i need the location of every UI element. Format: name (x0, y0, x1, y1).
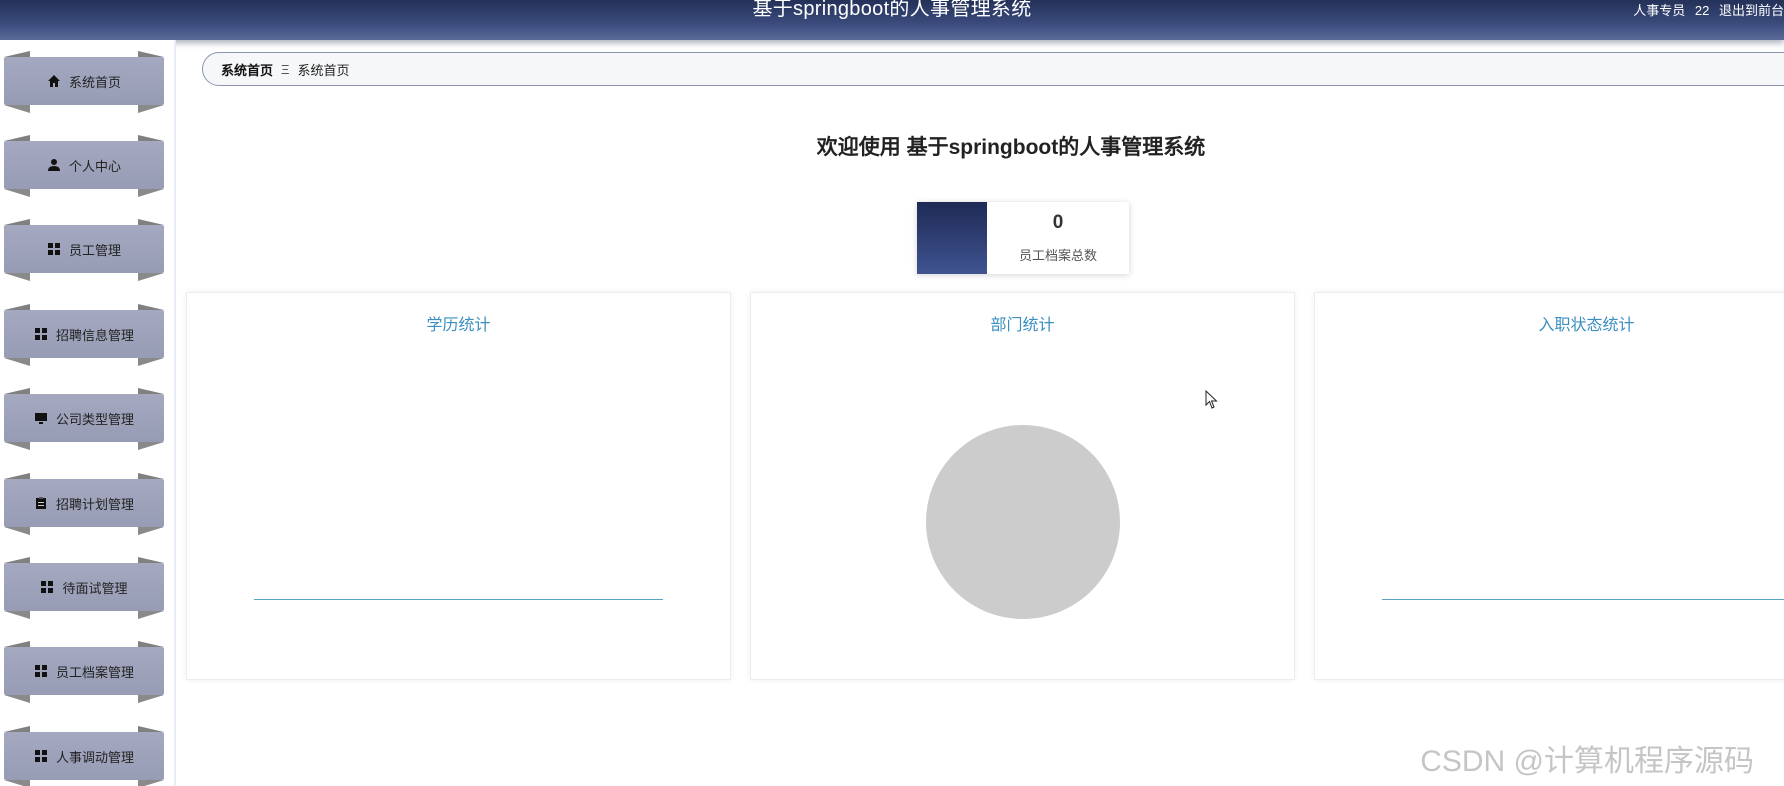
panel-education-stats: 学历统计 (186, 292, 731, 680)
sidebar-item-recruit-info[interactable]: 招聘信息管理 (4, 304, 164, 366)
stat-value: 0 (1052, 212, 1064, 233)
page-title: 欢迎使用 基于springboot的人事管理系统 (816, 136, 1206, 159)
breadcrumb-current: 系统首页 (297, 62, 350, 78)
grid-icon (34, 749, 48, 763)
grid-icon (47, 242, 61, 256)
sidebar-item-label: 员工管理 (68, 242, 121, 258)
sidebar-item-employee-archive[interactable]: 员工档案管理 (4, 641, 164, 703)
user-area: 人事专员 22 退出到前台 (1627, 0, 1784, 19)
home-icon (47, 74, 61, 88)
exit-to-front-link[interactable]: 退出到前台 (1719, 0, 1784, 19)
top-header: 基于springboot的人事管理系统 人事专员 22 退出到前台 (0, 0, 1784, 40)
sidebar-item-label: 系统首页 (68, 74, 121, 90)
sidebar: 系统首页 个人中心 员工管理 招聘信息管理 公司类型管理 招聘计划管理 待面试管… (0, 40, 176, 786)
chart-axis-line (1382, 599, 1784, 600)
sidebar-item-interview[interactable]: 待面试管理 (4, 557, 164, 619)
panel-onboarding-status-stats: 入职状态统计 (1314, 292, 1784, 680)
sidebar-item-transfer[interactable]: 人事调动管理 (4, 726, 164, 786)
user-name: 22 (1694, 3, 1710, 18)
department-pie-chart (926, 425, 1120, 619)
user-role: 人事专员 (1633, 3, 1686, 18)
sidebar-item-recruit-plan[interactable]: 招聘计划管理 (4, 473, 164, 535)
sidebar-item-employee[interactable]: 员工管理 (4, 219, 164, 281)
panel-title: 学历统计 (426, 317, 491, 334)
sidebar-item-home[interactable]: 系统首页 (4, 51, 164, 113)
monitor-icon (34, 411, 48, 425)
sidebar-item-label: 招聘计划管理 (55, 496, 134, 512)
panel-title: 入职状态统计 (1538, 317, 1635, 334)
sidebar-item-label: 公司类型管理 (55, 411, 134, 427)
sidebar-item-label: 招聘信息管理 (55, 327, 134, 343)
clipboard-icon (34, 496, 48, 510)
breadcrumb-home[interactable]: 系统首页 (221, 60, 273, 79)
stat-card-color-block (917, 202, 987, 274)
grid-icon (34, 664, 48, 678)
grid-icon (40, 580, 54, 594)
pie-empty-disc (926, 425, 1120, 619)
sidebar-item-label: 个人中心 (68, 158, 121, 174)
app-title: 基于springboot的人事管理系统 (752, 0, 1032, 20)
mouse-cursor-icon (1205, 390, 1218, 409)
watermark: CSDN @计算机程序源码 (1420, 745, 1754, 778)
breadcrumb-separator-icon: Ξ (281, 61, 290, 77)
grid-icon (34, 327, 48, 341)
chart-axis-line (254, 599, 663, 600)
sidebar-item-label: 待面试管理 (62, 580, 128, 596)
sidebar-item-company-type[interactable]: 公司类型管理 (4, 388, 164, 450)
breadcrumb: 系统首页 Ξ 系统首页 (202, 52, 1784, 86)
stat-card-employee-archive: 0 员工档案总数 (917, 202, 1129, 274)
user-icon (47, 158, 61, 172)
sidebar-item-label: 人事调动管理 (55, 749, 134, 765)
panel-department-stats: 部门统计 (750, 292, 1295, 680)
sidebar-item-personal-center[interactable]: 个人中心 (4, 135, 164, 197)
sidebar-item-label: 员工档案管理 (55, 664, 134, 680)
stat-label: 员工档案总数 (1018, 248, 1097, 263)
